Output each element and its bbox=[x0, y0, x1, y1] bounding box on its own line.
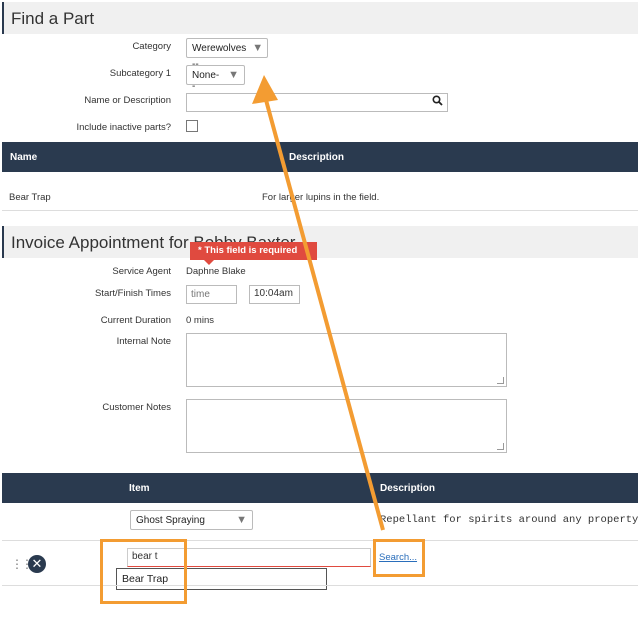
start-time-input[interactable] bbox=[186, 285, 237, 304]
include-inactive-label: Include inactive parts? bbox=[76, 122, 171, 133]
finish-time-input[interactable]: 10:04am bbox=[249, 285, 300, 304]
chevron-down-icon: ▼ bbox=[236, 514, 247, 526]
customer-notes-label: Customer Notes bbox=[102, 402, 171, 413]
service-agent-label: Service Agent bbox=[112, 266, 171, 277]
search-icon[interactable] bbox=[432, 95, 443, 109]
category-value: Werewolves bbox=[192, 42, 247, 54]
internal-note-textarea[interactable] bbox=[186, 333, 507, 387]
duration-label: Current Duration bbox=[100, 315, 171, 326]
find-part-header: Find a Part bbox=[2, 2, 638, 34]
parts-row-description: For larger lupins in the field. bbox=[262, 192, 380, 203]
items-col-item: Item bbox=[129, 483, 150, 494]
item-select-value: Ghost Spraying bbox=[136, 514, 205, 526]
start-finish-label: Start/Finish Times bbox=[94, 288, 171, 299]
subcategory-value: --None-- bbox=[192, 58, 220, 92]
subcategory-label: Subcategory 1 bbox=[109, 68, 171, 79]
category-label: Category bbox=[132, 41, 171, 52]
name-description-label: Name or Description bbox=[84, 95, 171, 106]
row-divider bbox=[2, 210, 638, 211]
parts-col-name: Name bbox=[10, 152, 38, 163]
items-col-description: Description bbox=[380, 483, 436, 494]
find-part-title: Find a Part bbox=[11, 9, 95, 28]
chevron-down-icon: ▼ bbox=[252, 42, 264, 54]
items-table-header: Item Description bbox=[2, 473, 638, 503]
parts-table-header: Name Description bbox=[2, 142, 638, 172]
name-description-input[interactable] bbox=[186, 93, 448, 112]
invoice-header: Invoice Appointment for Bobby Baxter bbox=[2, 226, 638, 258]
resize-grip-icon[interactable] bbox=[497, 443, 504, 450]
highlight-box-item bbox=[100, 539, 187, 604]
close-icon[interactable]: ✕ bbox=[28, 555, 46, 573]
category-select[interactable]: Werewolves ▼ bbox=[186, 38, 268, 58]
duration-value: 0 mins bbox=[186, 315, 214, 326]
parts-col-description: Description bbox=[289, 152, 345, 163]
chevron-down-icon: ▼ bbox=[228, 69, 239, 81]
required-field-tooltip: * This field is required bbox=[190, 242, 317, 265]
subcategory-select[interactable]: --None-- ▼ bbox=[186, 59, 245, 92]
item-description[interactable]: Repellant for spirits around any propert… bbox=[380, 514, 638, 526]
item-select[interactable]: Ghost Spraying ▼ bbox=[130, 510, 253, 530]
service-agent-value: Daphne Blake bbox=[186, 266, 246, 277]
required-field-text: * This field is required bbox=[198, 245, 298, 256]
resize-grip-icon[interactable] bbox=[497, 377, 504, 384]
row-divider bbox=[2, 540, 638, 541]
customer-notes-textarea[interactable] bbox=[186, 399, 507, 453]
include-inactive-checkbox[interactable] bbox=[186, 120, 198, 132]
row-divider bbox=[2, 585, 638, 586]
parts-row-name[interactable]: Bear Trap bbox=[9, 192, 51, 203]
internal-note-label: Internal Note bbox=[116, 336, 171, 347]
highlight-box-search bbox=[373, 539, 425, 577]
